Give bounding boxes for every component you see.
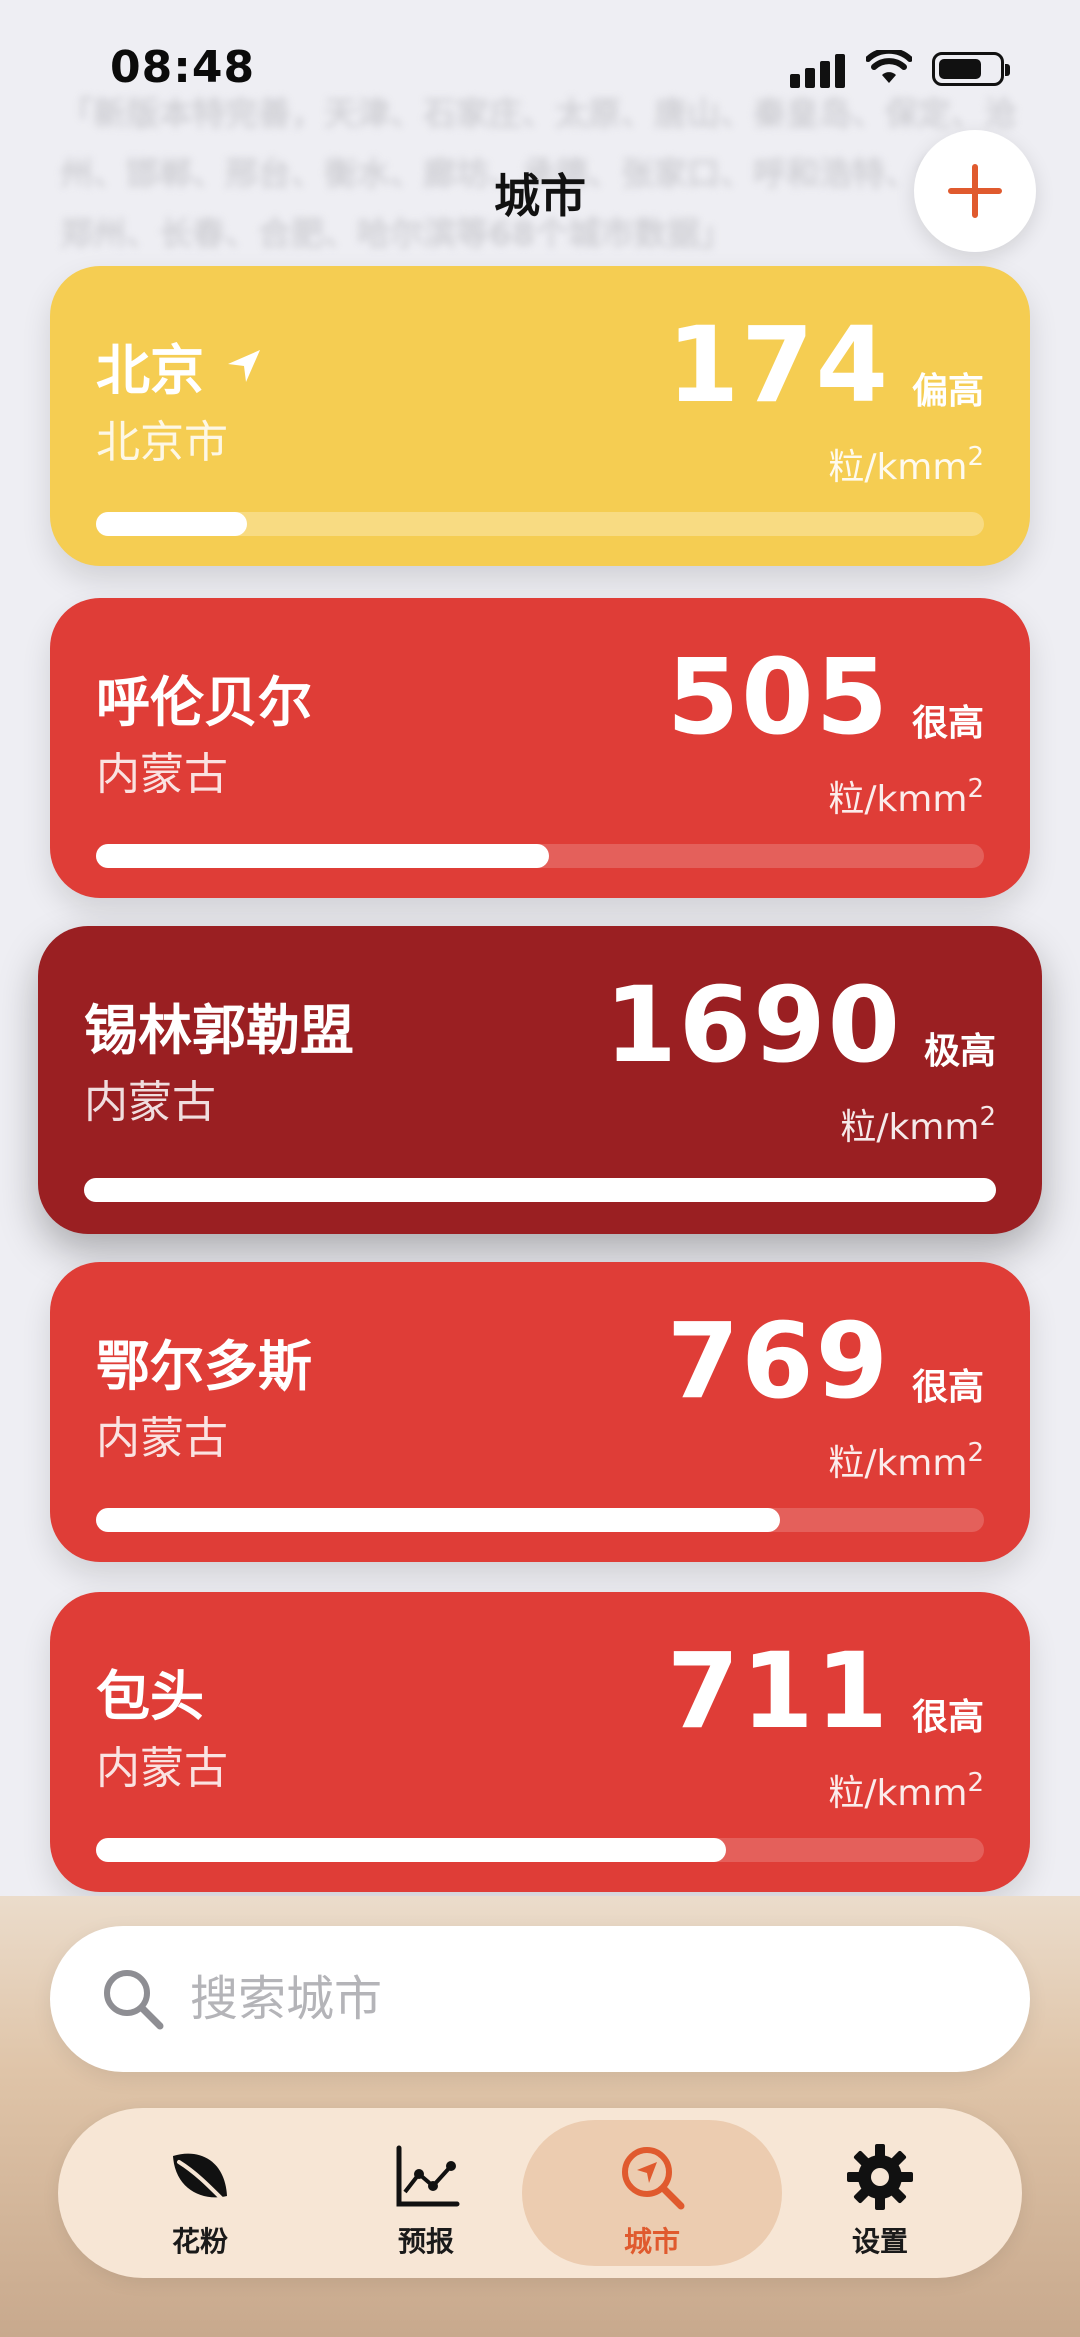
- city-card-baotou[interactable]: 包头 内蒙古 711 很高 粒/kmm2: [50, 1592, 1030, 1892]
- level-bar: [96, 1508, 780, 1532]
- city-name: 呼伦贝尔: [96, 658, 312, 737]
- search-bar[interactable]: [50, 1926, 1030, 2072]
- unit-superscript: 2: [979, 1102, 996, 1132]
- city-name-text: 包头: [96, 1665, 204, 1728]
- region-name: 内蒙古: [96, 749, 228, 800]
- unit-text: 粒/kmm: [840, 1107, 980, 1148]
- tab-pollen[interactable]: 花粉: [70, 2120, 330, 2266]
- pollen-value: 505: [666, 636, 890, 758]
- tab-forecast[interactable]: 预报: [296, 2120, 556, 2266]
- city-name-text: 北京: [96, 339, 204, 402]
- unit-superscript: 2: [967, 1438, 984, 1468]
- pollen-level: 偏高: [911, 371, 984, 412]
- location-search-icon: [622, 2147, 685, 2210]
- city-name: 鄂尔多斯: [96, 1322, 312, 1401]
- tab-label: 花粉: [171, 2225, 228, 2258]
- add-city-button[interactable]: [914, 130, 1036, 252]
- unit-superscript: 2: [967, 774, 984, 804]
- city-name: 包头: [96, 1652, 204, 1731]
- level-bar: [96, 1838, 727, 1862]
- pollen-unit: 粒/kmm2: [840, 1098, 996, 1150]
- search-input[interactable]: [190, 1956, 990, 2042]
- tab-cities[interactable]: 城市: [522, 2120, 782, 2266]
- level-bar: [96, 512, 247, 536]
- chart-line-icon: [396, 2145, 460, 2207]
- pollen-level: 极高: [923, 1031, 996, 1072]
- tab-bar: 花粉 预报 城市 设置: [58, 2108, 1022, 2278]
- level-bar-track: [96, 1508, 984, 1532]
- pollen-value: 769: [666, 1300, 890, 1422]
- pollen-unit: 粒/kmm2: [828, 770, 984, 822]
- pollen-unit: 粒/kmm2: [828, 1764, 984, 1816]
- city-card-xilingol[interactable]: 锡林郭勒盟 内蒙古 1690 极高 粒/kmm2: [38, 926, 1042, 1234]
- unit-text: 粒/kmm: [828, 779, 968, 820]
- gear-icon: [847, 2144, 913, 2210]
- city-name-text: 鄂尔多斯: [96, 1335, 312, 1398]
- cellular-signal-icon: [790, 54, 846, 88]
- region-name: 内蒙古: [84, 1077, 216, 1128]
- tab-label: 设置: [851, 2225, 908, 2258]
- city-card-ordos[interactable]: 鄂尔多斯 内蒙古 769 很高 粒/kmm2: [50, 1262, 1030, 1562]
- pollen-level: 很高: [911, 1697, 984, 1738]
- pollen-value: 174: [666, 304, 890, 426]
- unit-superscript: 2: [967, 442, 984, 472]
- level-bar: [96, 844, 549, 868]
- tab-label: 城市: [623, 2225, 680, 2258]
- tab-label: 预报: [397, 2225, 454, 2258]
- city-card-beijing[interactable]: 北京 北京市 174 偏高 粒/kmm2: [50, 266, 1030, 566]
- unit-text: 粒/kmm: [828, 1773, 968, 1814]
- city-card-hulunbuir[interactable]: 呼伦贝尔 内蒙古 505 很高 粒/kmm2: [50, 598, 1030, 898]
- pollen-level: 很高: [911, 703, 984, 744]
- unit-superscript: 2: [967, 1768, 984, 1798]
- battery-icon: [932, 52, 1010, 86]
- pollen-level: 很高: [911, 1367, 984, 1408]
- wifi-icon: [866, 50, 912, 83]
- level-bar: [84, 1178, 996, 1202]
- city-name-text: 呼伦贝尔: [96, 671, 312, 734]
- region-name: 内蒙古: [96, 1413, 228, 1464]
- pollen-unit: 粒/kmm2: [828, 438, 984, 490]
- city-name: 北京: [96, 326, 264, 405]
- region-name: 内蒙古: [96, 1743, 228, 1794]
- region-name: 北京市: [96, 417, 228, 468]
- tab-settings[interactable]: 设置: [750, 2120, 1010, 2266]
- plus-icon: [948, 164, 1002, 218]
- leaf-icon: [173, 2153, 227, 2202]
- city-name: 锡林郭勒盟: [84, 986, 354, 1065]
- pollen-value: 1690: [604, 964, 902, 1086]
- level-bar-track: [84, 1178, 996, 1202]
- pollen-value: 711: [666, 1630, 890, 1752]
- pollen-unit: 粒/kmm2: [828, 1434, 984, 1486]
- level-bar-track: [96, 844, 984, 868]
- search-icon: [104, 1970, 164, 2030]
- unit-text: 粒/kmm: [828, 1443, 968, 1484]
- level-bar-track: [96, 512, 984, 536]
- unit-text: 粒/kmm: [828, 447, 968, 488]
- level-bar-track: [96, 1838, 984, 1862]
- city-name-text: 锡林郭勒盟: [84, 999, 354, 1062]
- location-arrow-icon: [228, 349, 260, 382]
